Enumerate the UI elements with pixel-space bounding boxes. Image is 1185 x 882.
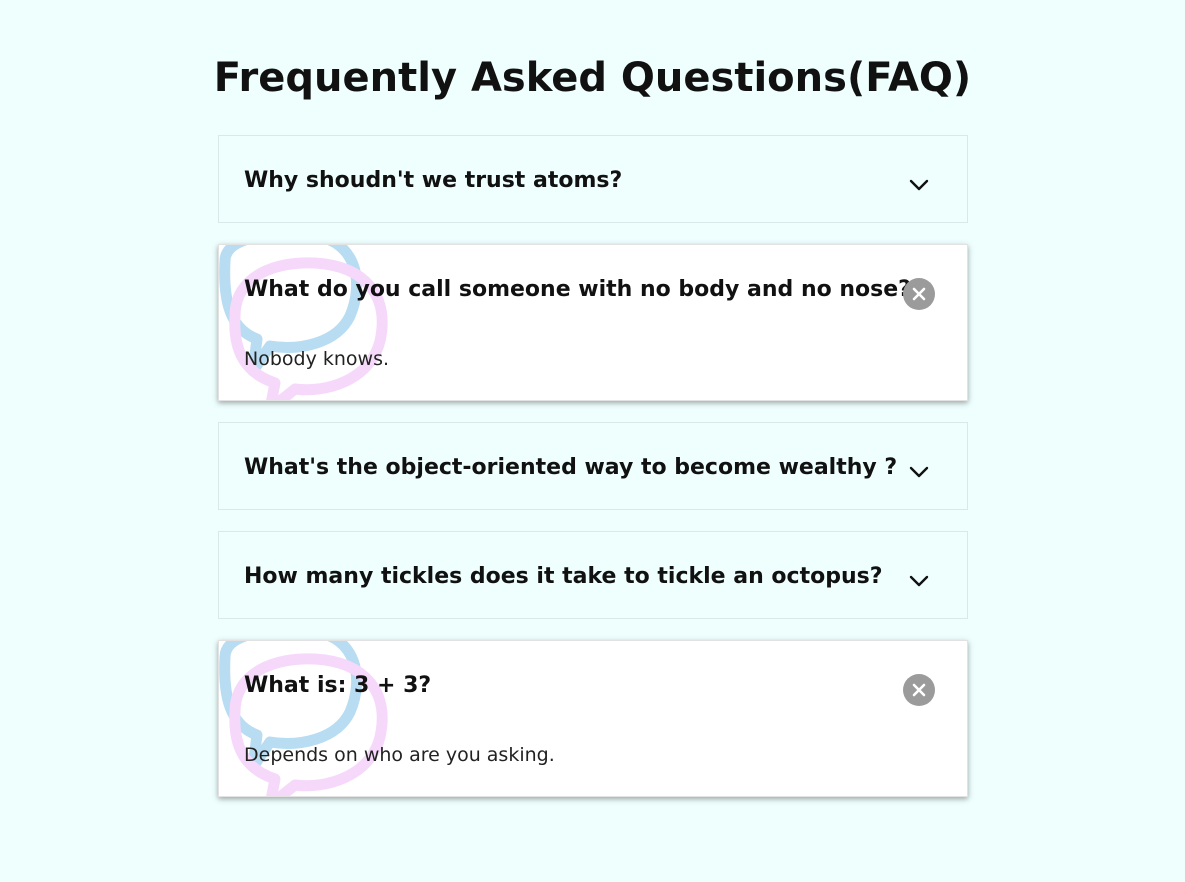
faq-question[interactable]: What is: 3 + 3?	[244, 671, 431, 701]
faq-question[interactable]: What's the object-oriented way to become…	[244, 453, 897, 483]
faq-toggle-button[interactable]	[901, 276, 937, 312]
faq-item[interactable]: How many tickles does it take to tickle …	[218, 531, 968, 619]
faq-item[interactable]: What do you call someone with no body an…	[218, 244, 968, 401]
chevron-down-icon	[909, 179, 929, 191]
faq-answer: Depends on who are you asking.	[244, 744, 555, 766]
faq-toggle-button[interactable]	[901, 454, 937, 490]
chevron-down-icon	[909, 575, 929, 587]
faq-toggle-button[interactable]	[901, 167, 937, 203]
close-icon	[903, 674, 935, 706]
faq-answer: Nobody knows.	[244, 348, 390, 370]
faq-toggle-button[interactable]	[901, 563, 937, 599]
faq-toggle-button[interactable]	[901, 672, 937, 708]
chevron-down-icon	[909, 466, 929, 478]
faq-item[interactable]: Why shoudn't we trust atoms?	[218, 135, 968, 223]
page-title: Frequently Asked Questions(FAQ)	[213, 55, 972, 101]
faq-item[interactable]: What's the object-oriented way to become…	[218, 422, 968, 510]
chat-bubbles-icon	[219, 245, 388, 400]
faq-item[interactable]: What is: 3 + 3? Depends on who are you a…	[218, 640, 968, 797]
faq-question[interactable]: What do you call someone with no body an…	[244, 275, 911, 305]
chat-bubbles-icon	[219, 641, 388, 796]
faq-question[interactable]: Why shoudn't we trust atoms?	[244, 166, 622, 196]
close-icon	[903, 278, 935, 310]
faq-list: Why shoudn't we trust atoms? What do you…	[218, 135, 968, 818]
faq-question[interactable]: How many tickles does it take to tickle …	[244, 562, 882, 592]
